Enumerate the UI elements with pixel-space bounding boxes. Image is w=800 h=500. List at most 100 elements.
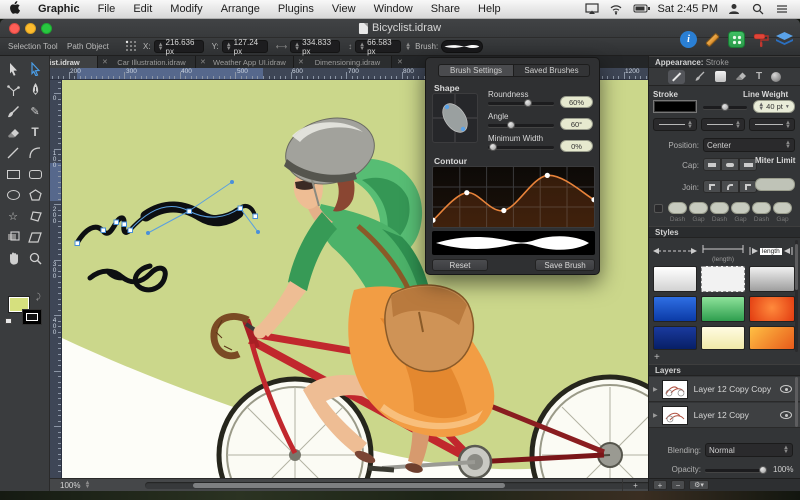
roundness-value-field[interactable]: 60% [560, 96, 593, 108]
tab-close-icon[interactable]: ✕ [298, 58, 304, 66]
ruler-tool-icon[interactable] [704, 31, 721, 48]
menu-file[interactable]: File [89, 3, 125, 15]
remove-layer-button[interactable]: − [671, 480, 685, 490]
layers-scrollbar[interactable] [795, 377, 798, 427]
brush-mode-icon[interactable] [694, 70, 706, 84]
fill-mode-icon[interactable] [714, 71, 726, 82]
tab-brush-settings[interactable]: Brush Settings [438, 64, 514, 77]
stroke-end-style-dropdown[interactable]: ▲ ▼ [749, 118, 795, 131]
roundness-slider[interactable] [488, 99, 554, 107]
gap-field-2[interactable] [731, 202, 750, 214]
styles-scrollbar[interactable] [795, 240, 798, 352]
contour-curve-editor[interactable] [430, 166, 597, 228]
menu-window[interactable]: Window [365, 3, 422, 15]
close-window-button[interactable] [9, 23, 20, 34]
dash-field-1[interactable] [668, 202, 687, 214]
arc-tool-icon[interactable] [26, 144, 44, 162]
add-layer-button[interactable]: + [653, 480, 667, 490]
menu-plugins[interactable]: Plugins [269, 3, 323, 15]
dash-field-2[interactable] [710, 202, 729, 214]
layer-visibility-icon[interactable] [780, 411, 792, 419]
spotlight-icon[interactable] [752, 3, 766, 15]
text-mode-icon[interactable]: T [756, 71, 762, 82]
reset-button[interactable]: Reset [432, 259, 488, 271]
node-tool-icon[interactable] [4, 81, 22, 99]
zoom-level-field[interactable]: 100% [50, 481, 80, 490]
app-menu-graphic[interactable]: Graphic [29, 3, 89, 15]
min-width-value-field[interactable]: 0% [560, 140, 593, 152]
line-weight-field[interactable]: ▲ ▼ 40 pt ▼ [753, 100, 795, 113]
menu-view[interactable]: View [323, 3, 365, 15]
artboard-tool-icon[interactable] [4, 228, 22, 246]
blending-dropdown[interactable]: Normal ▲ ▼ [705, 443, 793, 457]
cap-round-button[interactable] [721, 158, 739, 171]
star-tool-icon[interactable]: ☆ [4, 207, 22, 225]
layer-row-2[interactable]: ▶ Layer 12 Copy [649, 403, 800, 428]
freeform-tool-icon[interactable] [26, 207, 44, 225]
pencil-tool-icon[interactable]: ✎ [26, 102, 44, 120]
menu-edit[interactable]: Edit [124, 3, 161, 15]
brush-shape-preview[interactable] [432, 93, 478, 143]
angle-slider[interactable] [488, 121, 554, 129]
brush-stroke-squiggles[interactable] [74, 201, 257, 293]
vertical-ruler[interactable]: 0 100 200 300 400 [50, 80, 62, 478]
shear-tool-icon[interactable] [26, 228, 44, 246]
size-stepper[interactable]: ▲ ▼ [405, 42, 411, 52]
horizontal-scrollbar-thumb[interactable] [193, 483, 505, 488]
cap-segmented-control[interactable] [703, 158, 757, 171]
style-arrow-dashed-line[interactable] [653, 244, 697, 258]
paint-roller-icon[interactable] [752, 31, 769, 48]
brush-tool-icon[interactable] [4, 102, 22, 120]
x-position-field[interactable]: ▲ ▼ 216.636 px [153, 38, 204, 56]
style-swatch-blue[interactable] [653, 296, 697, 322]
tab-weather-app-ui[interactable]: ✕ Weather App UI.idraw [196, 56, 294, 68]
menu-clock[interactable]: Sat 2:45 PM [657, 3, 718, 15]
selection-tool-icon[interactable] [4, 60, 22, 78]
dash-pattern-checkbox[interactable] [654, 204, 663, 213]
tab-saved-brushes[interactable]: Saved Brushes [514, 64, 590, 77]
style-swatch-gray-gradient[interactable] [749, 266, 795, 292]
layer-row-1[interactable]: ▶ Layer 12 Copy Copy [649, 377, 800, 402]
width-field[interactable]: ▲ ▼ 334.833 px [290, 38, 341, 56]
notification-center-icon[interactable] [776, 3, 790, 15]
pen-tool-icon[interactable] [26, 81, 44, 99]
menu-share[interactable]: Share [422, 3, 469, 15]
style-swatch-pale-yellow[interactable] [701, 326, 745, 350]
rounded-rectangle-tool-icon[interactable] [26, 165, 44, 183]
apple-menu-icon[interactable] [0, 1, 29, 17]
style-swatch-white[interactable] [653, 266, 697, 292]
stroke-mode-icon[interactable] [667, 69, 685, 84]
battery-icon[interactable] [633, 3, 651, 15]
layers-panel-icon[interactable] [776, 31, 793, 48]
layer-visibility-icon[interactable] [780, 385, 792, 393]
style-length-label-line[interactable]: length [749, 244, 795, 258]
tab-close-icon[interactable]: ✕ [102, 58, 108, 66]
join-miter-button[interactable] [703, 180, 721, 193]
layer-thumbnail[interactable] [661, 379, 688, 399]
swatches-panel-icon[interactable] [728, 31, 745, 48]
tab-car-illustration[interactable]: ✕ Car Illustration.idraw [98, 56, 196, 68]
layer-disclosure-icon[interactable]: ▶ [649, 412, 662, 419]
menu-modify[interactable]: Modify [161, 3, 211, 15]
gap-field-3[interactable] [773, 202, 792, 214]
style-swatch-green[interactable] [701, 296, 745, 322]
stroke-style-dropdown[interactable]: ▲ ▼ [701, 118, 745, 131]
direct-selection-tool-icon[interactable] [26, 60, 44, 78]
style-swatch-orange-radial[interactable] [749, 296, 795, 322]
join-segmented-control[interactable] [703, 180, 757, 193]
angle-value-field[interactable]: 60° [560, 118, 593, 130]
horizontal-scrollbar[interactable] [145, 482, 665, 489]
zoom-tool-icon[interactable] [26, 249, 44, 267]
eraser-mode-icon[interactable] [735, 71, 747, 83]
stroke-start-style-dropdown[interactable]: ▲ ▼ [653, 118, 697, 131]
shadow-mode-icon[interactable] [771, 71, 782, 82]
style-dimension-line[interactable]: (length) [701, 244, 745, 263]
layer-thumbnail[interactable] [661, 405, 688, 425]
style-swatch-orange-gradient[interactable] [749, 326, 795, 350]
maximize-window-button[interactable] [41, 23, 52, 34]
user-icon[interactable] [728, 3, 742, 15]
height-field[interactable]: ▲ ▼ 66.583 px [355, 38, 402, 56]
minimize-window-button[interactable] [25, 23, 36, 34]
layer-settings-gear-button[interactable]: ⚙▾ [689, 480, 709, 490]
line-tool-icon[interactable] [4, 144, 22, 162]
